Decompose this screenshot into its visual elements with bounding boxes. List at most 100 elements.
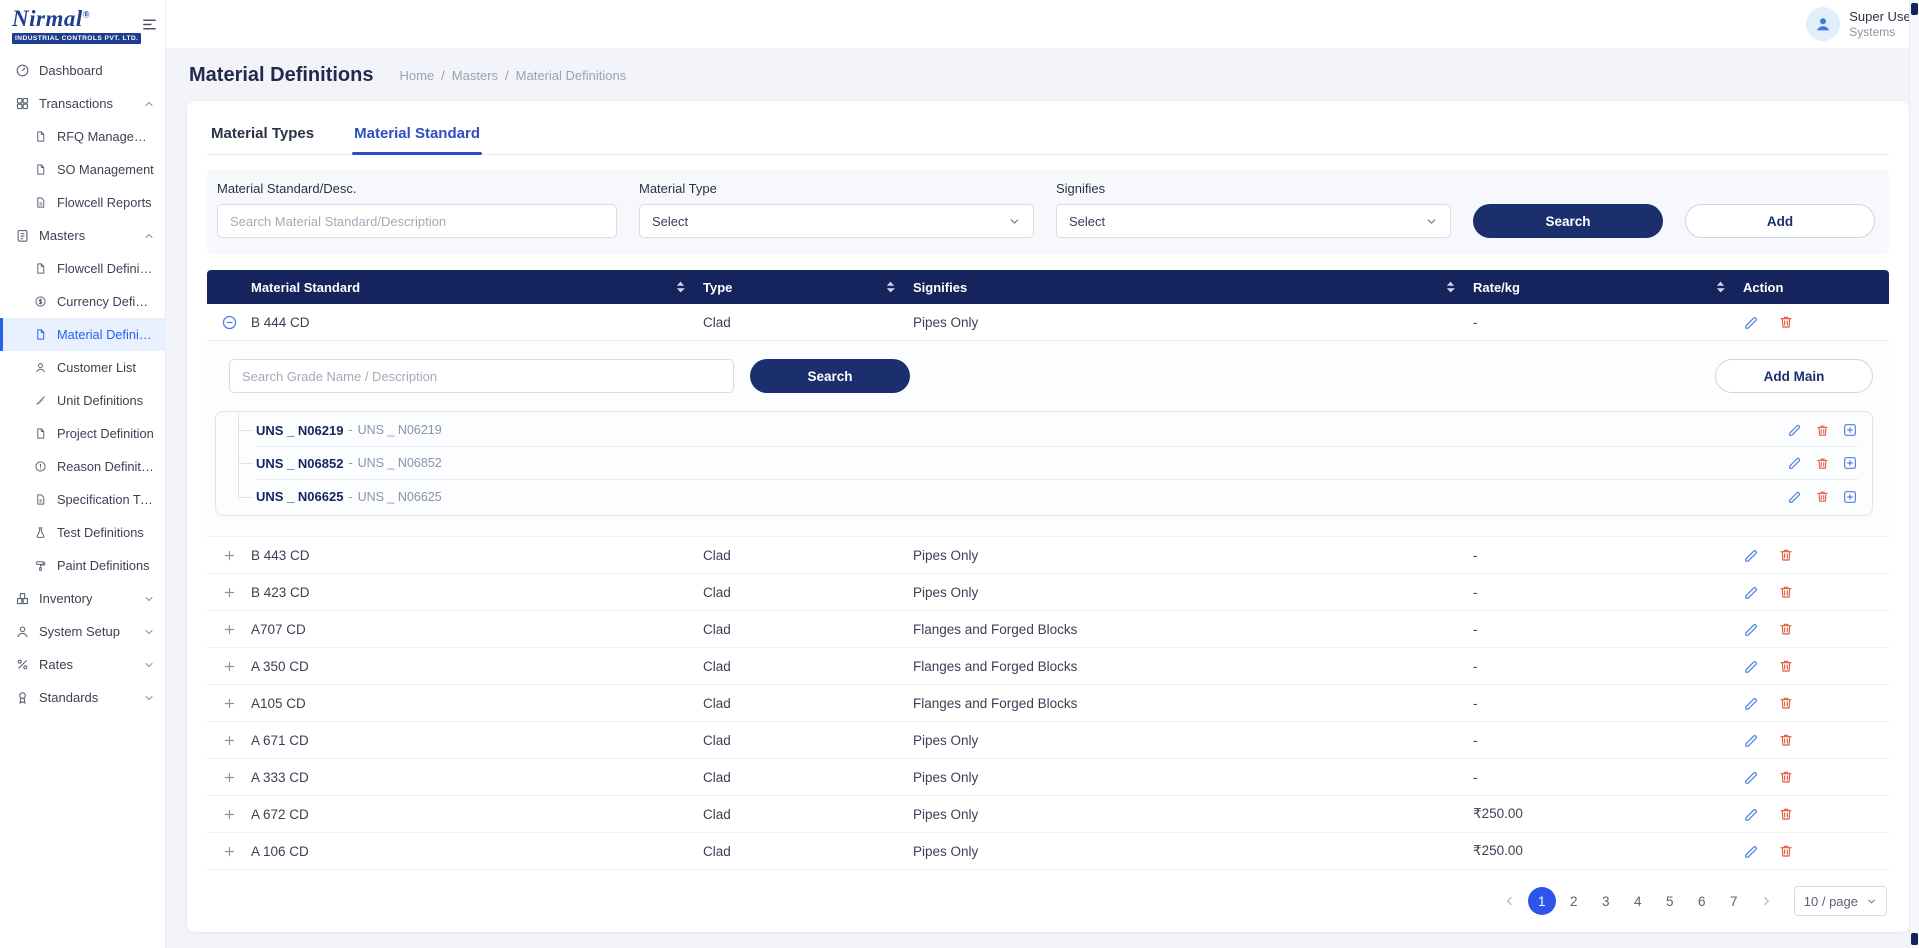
breadcrumb-masters[interactable]: Masters bbox=[452, 68, 498, 83]
scrollbar-thumb-top[interactable] bbox=[1911, 3, 1918, 15]
column-label: Action bbox=[1743, 280, 1783, 295]
sidebar-item-rfq-management[interactable]: RFQ Management bbox=[0, 120, 165, 153]
sidebar-item-reason-definitions[interactable]: Reason Definitions bbox=[0, 450, 165, 483]
collapse-row-icon[interactable] bbox=[221, 314, 238, 331]
delete-icon[interactable] bbox=[1778, 621, 1794, 637]
sort-icon[interactable] bbox=[676, 281, 685, 293]
page-size-select[interactable]: 10 / page bbox=[1794, 886, 1887, 916]
sidebar-item-flowcell-reports[interactable]: Flowcell Reports bbox=[0, 186, 165, 219]
search-button[interactable]: Search bbox=[1473, 204, 1663, 238]
grade-search-button[interactable]: Search bbox=[750, 359, 910, 393]
sidebar-item-customer-list[interactable]: Customer List bbox=[0, 351, 165, 384]
pagination-page-5[interactable]: 5 bbox=[1656, 887, 1684, 915]
expand-row-icon[interactable] bbox=[222, 622, 237, 637]
edit-icon[interactable] bbox=[1787, 455, 1803, 471]
column-signifies[interactable]: Signifies bbox=[913, 270, 1473, 304]
sidebar-item-flowcell-definitions[interactable]: Flowcell Definitions bbox=[0, 252, 165, 285]
column-material-standard[interactable]: Material Standard bbox=[251, 270, 703, 304]
sidebar-item-specification-types[interactable]: Specification Types bbox=[0, 483, 165, 516]
breadcrumb-home[interactable]: Home bbox=[399, 68, 434, 83]
sidebar-toggle-icon[interactable] bbox=[141, 16, 158, 33]
chevron-down-icon bbox=[143, 626, 155, 638]
edit-icon[interactable] bbox=[1743, 806, 1760, 823]
pagination-page-6[interactable]: 6 bbox=[1688, 887, 1716, 915]
pagination-page-1[interactable]: 1 bbox=[1528, 887, 1556, 915]
delete-icon[interactable] bbox=[1778, 806, 1794, 822]
sidebar-item-so-management[interactable]: SO Management bbox=[0, 153, 165, 186]
cell-action bbox=[1743, 843, 1889, 860]
edit-icon[interactable] bbox=[1743, 843, 1760, 860]
delete-icon[interactable] bbox=[1778, 732, 1794, 748]
column-type[interactable]: Type bbox=[703, 270, 913, 304]
edit-icon[interactable] bbox=[1743, 732, 1760, 749]
brand-logo[interactable]: Nirmal® INDUSTRIAL CONTROLS PVT. LTD. bbox=[12, 7, 141, 44]
sidebar-group-standards[interactable]: Standards bbox=[0, 681, 165, 714]
delete-icon[interactable] bbox=[1778, 314, 1794, 330]
add-button[interactable]: Add bbox=[1685, 204, 1875, 238]
edit-icon[interactable] bbox=[1743, 658, 1760, 675]
delete-icon[interactable] bbox=[1778, 584, 1794, 600]
sidebar-group-rates[interactable]: Rates bbox=[0, 648, 165, 681]
sidebar-item-material-definitions[interactable]: Material Definitions bbox=[0, 318, 165, 351]
pagination-page-2[interactable]: 2 bbox=[1560, 887, 1588, 915]
tab-material-standard[interactable]: Material Standard bbox=[352, 115, 482, 154]
sidebar-item-test-definitions[interactable]: Test Definitions bbox=[0, 516, 165, 549]
delete-icon[interactable] bbox=[1778, 695, 1794, 711]
delete-icon[interactable] bbox=[1778, 843, 1794, 859]
pagination-page-4[interactable]: 4 bbox=[1624, 887, 1652, 915]
sidebar-item-dashboard[interactable]: Dashboard bbox=[0, 54, 165, 87]
expand-row-icon[interactable] bbox=[222, 585, 237, 600]
expand-row-icon[interactable] bbox=[222, 733, 237, 748]
pagination-page-3[interactable]: 3 bbox=[1592, 887, 1620, 915]
sidebar-item-project-definition[interactable]: Project Definition bbox=[0, 417, 165, 450]
expand-row-icon[interactable] bbox=[222, 659, 237, 674]
scrollbar-thumb-bottom[interactable] bbox=[1911, 933, 1918, 945]
sort-icon[interactable] bbox=[886, 281, 895, 293]
signifies-select[interactable]: Select bbox=[1056, 204, 1451, 238]
edit-icon[interactable] bbox=[1743, 695, 1760, 712]
sidebar-group-inventory[interactable]: Inventory bbox=[0, 582, 165, 615]
edit-icon[interactable] bbox=[1787, 422, 1803, 438]
edit-icon[interactable] bbox=[1743, 769, 1760, 786]
sidebar-item-paint-definitions[interactable]: Paint Definitions bbox=[0, 549, 165, 582]
grade-search-input[interactable] bbox=[229, 359, 734, 393]
add-sub-icon[interactable] bbox=[1842, 455, 1858, 471]
expand-row-icon[interactable] bbox=[222, 548, 237, 563]
tab-material-types[interactable]: Material Types bbox=[209, 115, 316, 154]
sidebar-group-transactions[interactable]: Transactions bbox=[0, 87, 165, 120]
user-menu[interactable]: Super User Systems bbox=[1806, 7, 1915, 41]
add-sub-icon[interactable] bbox=[1842, 489, 1858, 505]
expand-row-icon[interactable] bbox=[222, 844, 237, 859]
delete-icon[interactable] bbox=[1815, 489, 1830, 504]
pagination-page-7[interactable]: 7 bbox=[1720, 887, 1748, 915]
sidebar-group-masters[interactable]: Masters bbox=[0, 219, 165, 252]
window-scrollbar[interactable] bbox=[1909, 0, 1919, 948]
expand-row-icon[interactable] bbox=[222, 696, 237, 711]
add-sub-icon[interactable] bbox=[1842, 422, 1858, 438]
add-main-button[interactable]: Add Main bbox=[1715, 359, 1873, 393]
column-rate[interactable]: Rate/kg bbox=[1473, 270, 1743, 304]
edit-icon[interactable] bbox=[1787, 489, 1803, 505]
edit-icon[interactable] bbox=[1743, 621, 1760, 638]
sidebar-item-currency-definitions[interactable]: Currency Definitions bbox=[0, 285, 165, 318]
expand-row-icon[interactable] bbox=[222, 770, 237, 785]
delete-icon[interactable] bbox=[1778, 769, 1794, 785]
sidebar-item-unit-definitions[interactable]: Unit Definitions bbox=[0, 384, 165, 417]
edit-icon[interactable] bbox=[1743, 314, 1760, 331]
material-type-select[interactable]: Select bbox=[639, 204, 1034, 238]
delete-icon[interactable] bbox=[1778, 658, 1794, 674]
sort-icon[interactable] bbox=[1716, 281, 1725, 293]
sort-icon[interactable] bbox=[1446, 281, 1455, 293]
edit-icon[interactable] bbox=[1743, 584, 1760, 601]
delete-icon[interactable] bbox=[1815, 456, 1830, 471]
sidebar-group-system-setup[interactable]: System Setup bbox=[0, 615, 165, 648]
material-standard-search-input[interactable] bbox=[217, 204, 617, 238]
pagination-next-icon[interactable] bbox=[1752, 887, 1780, 915]
edit-icon[interactable] bbox=[1743, 547, 1760, 564]
app-root: Nirmal® INDUSTRIAL CONTROLS PVT. LTD. Da… bbox=[0, 0, 1919, 948]
delete-icon[interactable] bbox=[1815, 423, 1830, 438]
pagination-prev-icon[interactable] bbox=[1496, 887, 1524, 915]
expand-row-icon[interactable] bbox=[222, 807, 237, 822]
delete-icon[interactable] bbox=[1778, 547, 1794, 563]
system-setup-icon bbox=[14, 624, 30, 640]
